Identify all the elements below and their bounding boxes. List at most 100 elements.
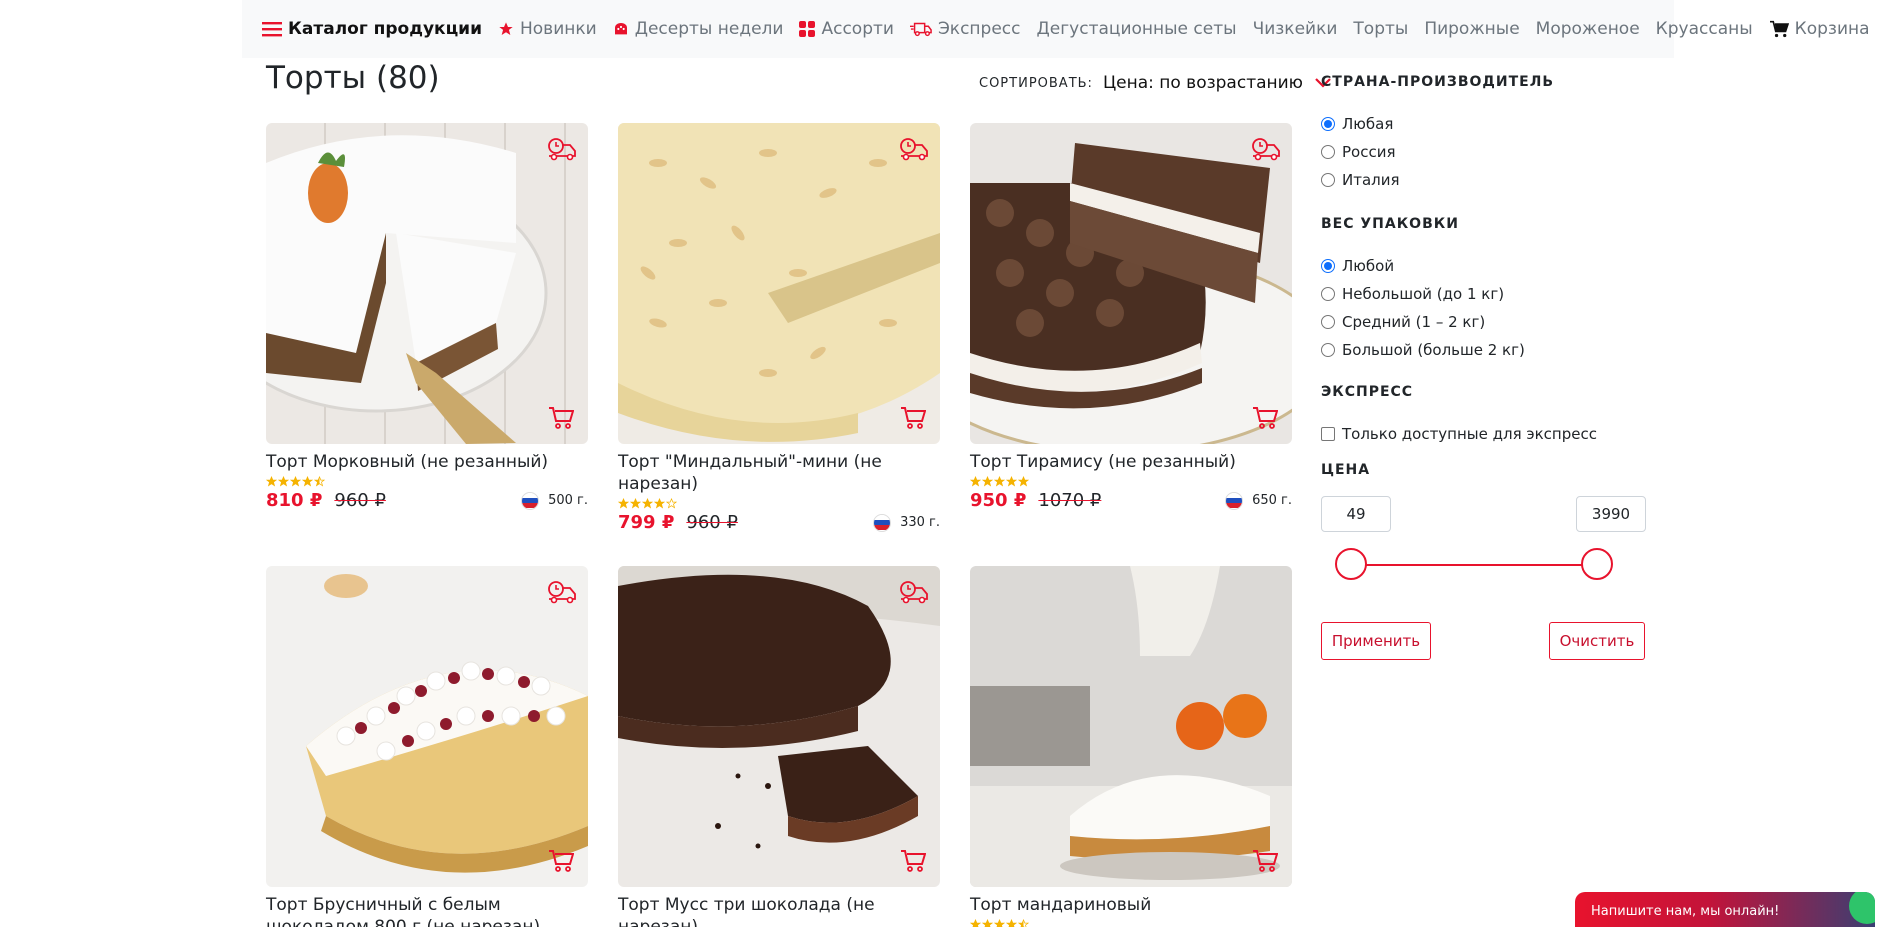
nav-item-novelties[interactable]: Новинки	[498, 19, 597, 39]
rating-stars	[266, 474, 588, 488]
russia-flag-icon	[1225, 491, 1244, 510]
radio-label: Любой	[1342, 257, 1395, 275]
express-delivery-icon	[900, 138, 928, 161]
price-min-input[interactable]: 49	[1321, 496, 1391, 532]
radio-button[interactable]	[1321, 117, 1335, 131]
sort-dropdown[interactable]: СОРТИРОВАТЬ: Цена: по возрастанию	[979, 73, 1331, 93]
star-icon	[642, 497, 653, 508]
radio-weight-large[interactable]: Большой (больше 2 кг)	[1321, 336, 1525, 364]
slider-handle-min[interactable]	[1335, 548, 1367, 580]
nav-catalog[interactable]: Каталог продукции	[262, 19, 482, 39]
rating-stars	[618, 496, 940, 510]
add-to-cart-icon[interactable]	[548, 406, 574, 430]
nav-item-tasting-sets[interactable]: Дегустационные сеты	[1036, 19, 1236, 39]
product-card[interactable]: Торт Брусничный с белым шоколадом 800 г …	[266, 566, 588, 927]
product-name[interactable]: Торт Мусс три шоколада (не нарезан)	[618, 894, 940, 927]
current-price: 950 ₽	[970, 490, 1027, 511]
nav-item-ice-cream[interactable]: Мороженое	[1536, 19, 1640, 39]
filter-express-title: ЭКСПРЕСС	[1321, 384, 1414, 400]
nav-item-label: Ассорти	[821, 19, 894, 39]
product-name[interactable]: Торт "Миндальный"-мини (не нарезан)	[618, 451, 940, 495]
nav-item-label: Мороженое	[1535, 19, 1640, 39]
radio-weight-small[interactable]: Небольшой (до 1 кг)	[1321, 280, 1525, 308]
product-card[interactable]: Торт Морковный (не резанный) 810 ₽ 960 ₽…	[266, 123, 588, 511]
nav-item-cakes[interactable]: Торты	[1353, 19, 1408, 39]
old-price: 960 ₽	[334, 490, 386, 511]
price-max-input[interactable]: 3990	[1576, 496, 1646, 532]
radio-button[interactable]	[1321, 259, 1335, 273]
product-card[interactable]: Торт "Миндальный"-мини (не нарезан) 799 …	[618, 123, 940, 533]
filter-price-title: ЦЕНА	[1321, 462, 1371, 478]
nav-item-label: Чизкейки	[1252, 19, 1338, 39]
clear-button[interactable]: Очистить	[1549, 622, 1645, 660]
nav-item-label: Торты	[1353, 19, 1409, 39]
sort-value: Цена: по возрастанию	[1102, 73, 1303, 93]
radio-country-any[interactable]: Любая	[1321, 110, 1400, 138]
product-card[interactable]: Торт мандариновый	[970, 566, 1292, 927]
product-weight: 500 г.	[521, 491, 588, 510]
radio-button[interactable]	[1321, 145, 1335, 159]
star-icon	[618, 497, 629, 508]
product-image[interactable]	[266, 123, 588, 444]
product-name[interactable]: Торт мандариновый	[970, 894, 1292, 916]
radio-weight-any[interactable]: Любой	[1321, 252, 1525, 280]
price-range-slider[interactable]	[1335, 547, 1613, 583]
delivery-truck-icon	[909, 22, 932, 37]
nav-item-express[interactable]: Экспресс	[909, 19, 1020, 39]
radio-button[interactable]	[1321, 287, 1335, 301]
cake-icon	[614, 23, 627, 35]
current-price: 810 ₽	[266, 490, 323, 511]
add-to-cart-icon[interactable]	[1252, 406, 1278, 430]
nav-item-cheesecakes[interactable]: Чизкейки	[1253, 19, 1338, 39]
nav-item-label: Пирожные	[1424, 19, 1520, 39]
add-to-cart-icon[interactable]	[900, 849, 926, 873]
checkbox[interactable]	[1321, 427, 1335, 441]
chat-widget[interactable]: Напишите нам, мы онлайн!	[1575, 892, 1875, 927]
add-to-cart-icon[interactable]	[548, 849, 574, 873]
filter-country-title: СТРАНА-ПРОИЗВОДИТЕЛЬ	[1321, 74, 1554, 90]
star-icon	[1018, 918, 1029, 927]
radio-country-russia[interactable]: Россия	[1321, 138, 1400, 166]
nav-item-pastries[interactable]: Пирожные	[1424, 19, 1519, 39]
chat-label: Напишите нам, мы онлайн!	[1591, 904, 1780, 919]
nav-item-desserts-week[interactable]: Десерты недели	[613, 19, 783, 39]
current-price: 799 ₽	[618, 512, 675, 533]
product-image[interactable]	[970, 123, 1292, 444]
nav-catalog-label: Каталог продукции	[288, 19, 482, 39]
nav-cart[interactable]: Корзина	[1769, 19, 1870, 39]
nav-item-label: Новинки	[520, 19, 597, 39]
radio-button[interactable]	[1321, 315, 1335, 329]
star-icon	[1006, 918, 1017, 927]
nav-item-assorti[interactable]: Ассорти	[799, 19, 894, 39]
radio-button[interactable]	[1321, 343, 1335, 357]
radio-weight-medium[interactable]: Средний (1 – 2 кг)	[1321, 308, 1525, 336]
add-to-cart-icon[interactable]	[900, 406, 926, 430]
sort-label: СОРТИРОВАТЬ:	[979, 75, 1093, 91]
weight-value: 650 г.	[1252, 493, 1292, 508]
product-name[interactable]: Торт Тирамису (не резанный)	[970, 451, 1292, 473]
radio-country-italy[interactable]: Италия	[1321, 166, 1400, 194]
star-icon	[666, 497, 677, 508]
old-price: 1070 ₽	[1038, 490, 1102, 511]
product-image[interactable]	[266, 566, 588, 887]
russia-flag-icon	[521, 491, 540, 510]
slider-handle-max[interactable]	[1581, 548, 1613, 580]
apply-button[interactable]: Применить	[1321, 622, 1431, 660]
product-image[interactable]	[618, 566, 940, 887]
product-name[interactable]: Торт Морковный (не резанный)	[266, 451, 588, 473]
star-icon	[314, 475, 325, 486]
product-name[interactable]: Торт Брусничный с белым шоколадом 800 г …	[266, 894, 588, 927]
weight-value: 330 г.	[900, 515, 940, 530]
russia-flag-icon	[873, 513, 892, 532]
radio-button[interactable]	[1321, 173, 1335, 187]
product-image[interactable]	[970, 566, 1292, 887]
express-only-checkbox[interactable]: Только доступные для экспресс	[1321, 420, 1597, 448]
product-image[interactable]	[618, 123, 940, 444]
product-card[interactable]: Торт Мусс три шоколада (не нарезан)	[618, 566, 940, 927]
radio-label: Большой (больше 2 кг)	[1342, 341, 1525, 359]
nav-item-croissants[interactable]: Круассаны	[1656, 19, 1753, 39]
product-card[interactable]: Торт Тирамису (не резанный) 950 ₽ 1070 ₽…	[970, 123, 1292, 511]
add-to-cart-icon[interactable]	[1252, 849, 1278, 873]
star-icon	[982, 475, 993, 486]
price-row: 810 ₽ 960 ₽ 500 г.	[266, 490, 588, 511]
